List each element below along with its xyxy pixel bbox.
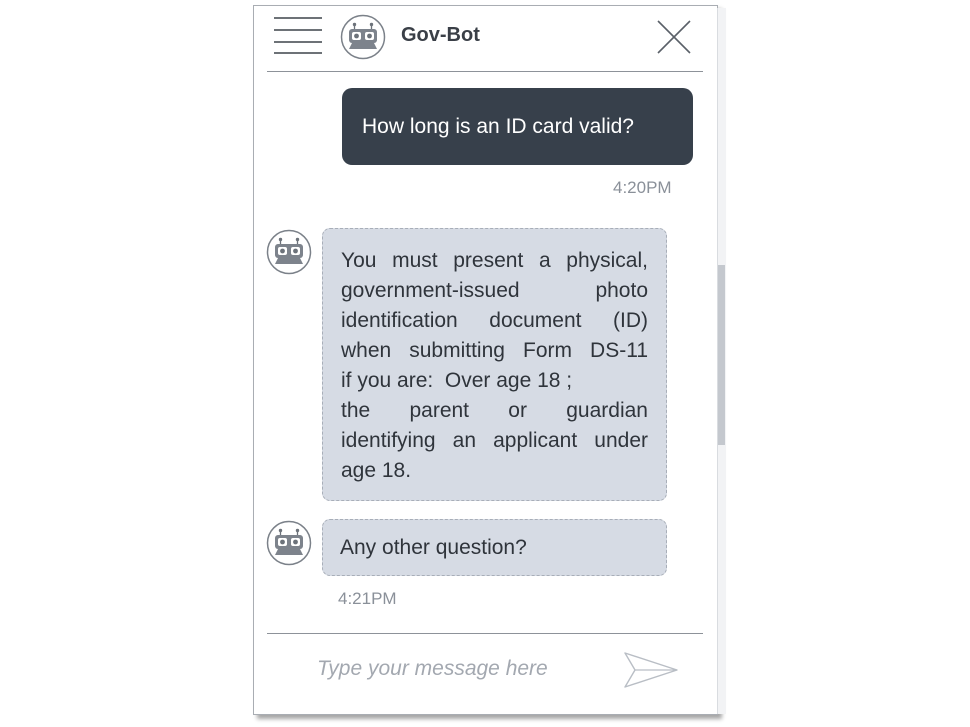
- user-message-text: How long is an ID card valid?: [362, 115, 634, 138]
- composer-divider: [267, 633, 703, 634]
- robot-icon: [266, 229, 312, 275]
- robot-icon: [340, 14, 386, 60]
- bot-avatar: [266, 229, 312, 275]
- bot-answer-bubble: You must present a physical, government-…: [322, 228, 667, 501]
- user-message-timestamp: 4:20PM: [613, 178, 672, 197]
- bot-answer-line: the parent or guardian: [341, 399, 648, 422]
- user-message-bubble: How long is an ID card valid?: [342, 88, 693, 165]
- chat-title: Gov-Bot: [401, 24, 480, 46]
- header-divider: [267, 71, 703, 72]
- bot-answer-line: age 18.: [341, 459, 412, 482]
- gov-bot-avatar: [340, 14, 386, 60]
- robot-icon: [266, 520, 312, 566]
- bot-answer-line: if you are: Over age 18 ;: [341, 369, 573, 392]
- bot-answer-line: You must present a physical,: [341, 249, 648, 272]
- bot-answer-line: identifying an applicant under: [341, 429, 648, 452]
- bot-avatar: [266, 520, 312, 566]
- send-icon[interactable]: [622, 651, 680, 689]
- close-icon[interactable]: [655, 18, 693, 56]
- bot-message-timestamp: 4:21PM: [338, 589, 397, 608]
- bot-followup-bubble: Any other question?: [322, 519, 667, 576]
- scrollbar-thumb[interactable]: [718, 265, 725, 445]
- message-input[interactable]: [305, 648, 605, 690]
- bot-answer-line: when submitting Form DS-11: [341, 339, 648, 362]
- bot-followup-text: Any other question?: [340, 536, 527, 559]
- bot-answer-line: government-issued photo: [341, 279, 648, 302]
- hamburger-menu-icon[interactable]: [273, 16, 323, 56]
- bot-answer-line: identification document (ID): [341, 309, 648, 332]
